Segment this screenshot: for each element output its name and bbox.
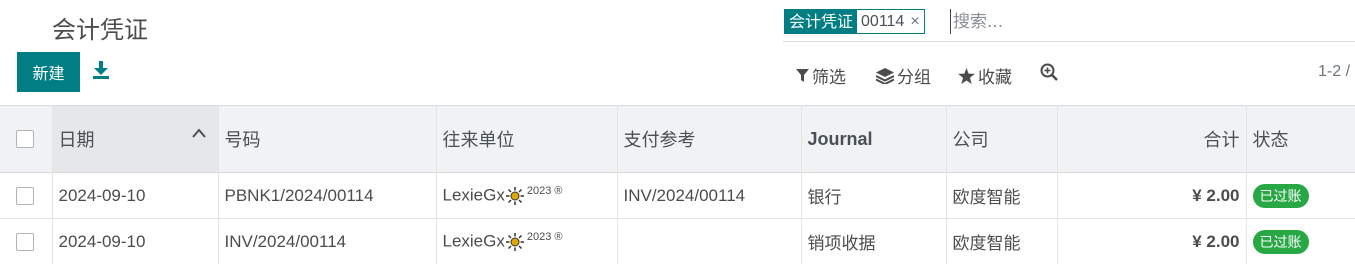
entries-table: 日期 号码 往来单位 支付参考 Journal 公司 合计 状态 2024-09… bbox=[0, 105, 1355, 264]
column-header-partner[interactable]: 往来单位 bbox=[436, 105, 618, 173]
cell-company: 欧度智能 bbox=[946, 218, 1058, 264]
sun-icon bbox=[505, 187, 524, 206]
column-header-company[interactable]: 公司 bbox=[946, 105, 1058, 173]
groupby-button[interactable]: 分组 bbox=[876, 63, 931, 88]
status-badge: 已过账 bbox=[1252, 229, 1309, 254]
column-header-total[interactable]: 合计 bbox=[1057, 105, 1247, 173]
select-all-checkbox[interactable] bbox=[16, 130, 34, 148]
filters-button[interactable]: 筛选 bbox=[796, 63, 846, 88]
search-facet[interactable]: 会计凭证 00114 × bbox=[784, 9, 925, 34]
download-icon[interactable] bbox=[92, 60, 112, 82]
facet-value: 00114 bbox=[861, 13, 905, 30]
chevron-up-icon bbox=[191, 128, 206, 138]
cell-state: 已过账 bbox=[1246, 218, 1355, 264]
favorites-button[interactable]: 收藏 bbox=[958, 63, 1012, 88]
cell-number: INV/2024/00114 bbox=[218, 218, 437, 264]
groupby-label: 分组 bbox=[897, 68, 931, 88]
column-header-date[interactable]: 日期 bbox=[52, 105, 219, 173]
partner-suffix: 2023 ® bbox=[526, 231, 563, 244]
layers-icon bbox=[876, 67, 894, 84]
cell-state: 已过账 bbox=[1246, 172, 1355, 219]
page-title: 会计凭证 bbox=[52, 16, 148, 44]
cell-date: 2024-09-10 bbox=[52, 172, 219, 219]
cell-partner: LexieGx 2023 ® bbox=[436, 172, 618, 219]
facet-label: 会计凭证 bbox=[785, 10, 858, 33]
cell-journal: 银行 bbox=[801, 172, 947, 219]
row-checkbox[interactable] bbox=[16, 186, 34, 205]
select-all-cell bbox=[0, 105, 53, 173]
table-row[interactable]: 2024-09-10 INV/2024/00114 LexieGx 2023 ® … bbox=[0, 218, 1355, 264]
table-header-row: 日期 号码 往来单位 支付参考 Journal 公司 合计 状态 bbox=[0, 105, 1355, 173]
favorites-label: 收藏 bbox=[978, 68, 1012, 88]
status-badge: 已过账 bbox=[1252, 183, 1309, 208]
cell-journal: 销项收据 bbox=[801, 218, 947, 264]
cell-company: 欧度智能 bbox=[946, 172, 1058, 219]
cell-total: ¥ 2.00 bbox=[1057, 172, 1247, 219]
search-options-button[interactable] bbox=[1040, 63, 1061, 81]
pager-value[interactable]: 1-2 / bbox=[1318, 63, 1350, 81]
cell-partner: LexieGx 2023 ® bbox=[436, 218, 618, 264]
filters-label: 筛选 bbox=[812, 68, 846, 88]
cell-date: 2024-09-10 bbox=[52, 218, 219, 264]
new-button[interactable]: 新建 bbox=[17, 52, 80, 92]
partner-name: LexieGx bbox=[442, 185, 505, 205]
column-header-payment-ref[interactable]: 支付参考 bbox=[617, 105, 802, 173]
table-row[interactable]: 2024-09-10 PBNK1/2024/00114 LexieGx 2023 … bbox=[0, 172, 1355, 219]
partner-suffix: 2023 ® bbox=[526, 185, 563, 198]
column-header-state[interactable]: 状态 bbox=[1246, 105, 1355, 173]
row-select-cell bbox=[0, 172, 53, 219]
cell-number: PBNK1/2024/00114 bbox=[218, 172, 437, 219]
cell-payment-ref bbox=[617, 218, 802, 264]
facet-remove-button[interactable]: × bbox=[908, 10, 923, 33]
search-bar: 会计凭证 00114 × bbox=[783, 8, 1355, 42]
filter-icon bbox=[796, 68, 809, 82]
column-label: 日期 bbox=[58, 130, 95, 151]
cell-payment-ref: INV/2024/00114 bbox=[617, 172, 802, 219]
column-header-journal[interactable]: Journal bbox=[801, 105, 947, 173]
row-select-cell bbox=[0, 218, 53, 264]
cell-total: ¥ 2.00 bbox=[1057, 218, 1247, 264]
column-header-number[interactable]: 号码 bbox=[218, 105, 437, 173]
star-icon bbox=[958, 67, 975, 84]
search-input[interactable] bbox=[950, 9, 1330, 34]
search-plus-icon bbox=[1040, 63, 1058, 81]
sun-icon bbox=[505, 233, 524, 252]
row-checkbox[interactable] bbox=[16, 232, 34, 251]
partner-name: LexieGx bbox=[442, 231, 505, 251]
